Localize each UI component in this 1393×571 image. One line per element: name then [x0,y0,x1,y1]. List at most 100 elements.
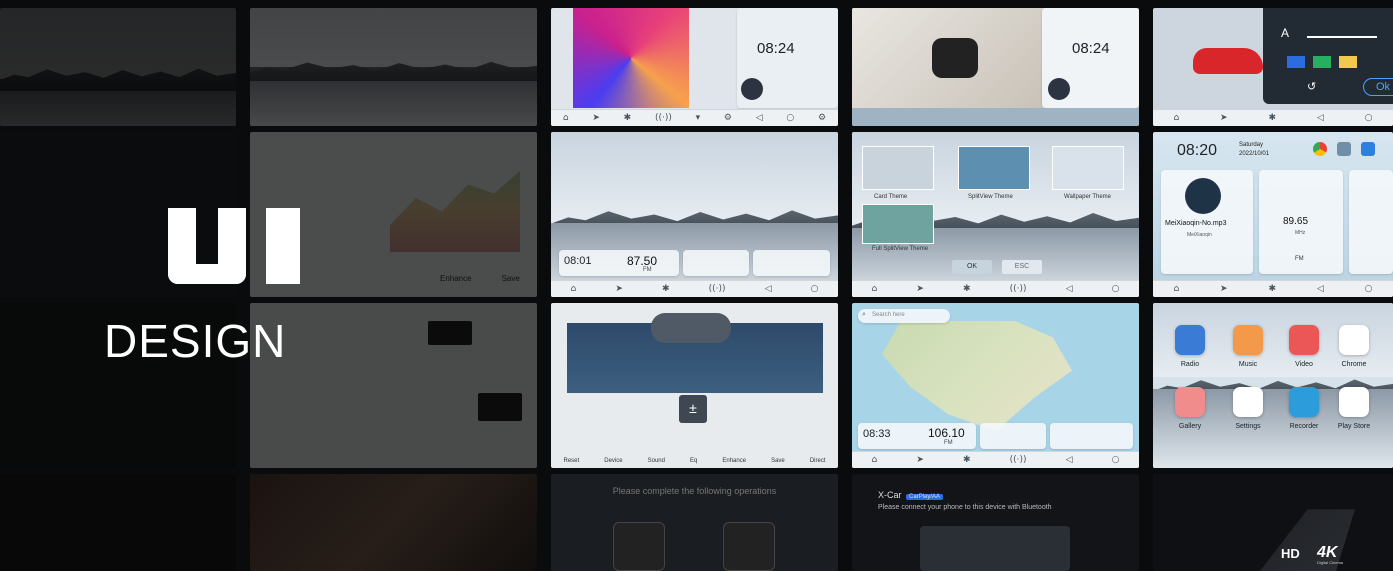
nav-home-icon[interactable]: ⌂ [571,284,577,294]
signal-icon[interactable]: ((·)) [1010,455,1027,465]
circle-home-icon[interactable]: ○ [1112,284,1120,294]
sound-btn-reset[interactable]: Reset [564,458,580,464]
signal-icon[interactable]: ((·)) [655,113,672,123]
wallpaper-theme-label[interactable]: Wallpaper Theme [1064,194,1111,200]
bluetooth-icon[interactable]: ✱ [1268,113,1276,123]
sound-btn-sound[interactable]: Sound [648,458,665,464]
nav-home-icon[interactable]: ⌂ [1173,113,1179,123]
nav-send-icon[interactable]: ➤ [916,455,924,465]
nav-send-icon[interactable]: ➤ [1220,113,1228,123]
nav-send-icon[interactable]: ➤ [916,284,924,294]
text-size-slider[interactable] [1307,36,1377,38]
sound-btn-save[interactable]: Save [771,458,785,464]
circle-home-icon[interactable]: ○ [811,284,819,294]
sound-btn-direct[interactable]: Direct [810,458,826,464]
radio-icon[interactable] [1175,325,1205,355]
camera-icon[interactable] [1337,142,1351,156]
search-icon: ⌕ [862,311,866,318]
nav-bar-5[interactable]: ⌂ ➤ ✱ ◁ ○ [1153,109,1393,126]
tile-home-widgets: 08:20 Saturday 2022/10/01 MeiXiaoqin-No.… [1153,132,1393,297]
tile-wallpaper-dark [250,8,537,126]
back-icon[interactable]: ◁ [1317,113,1324,123]
gallery-icon[interactable] [1361,142,1375,156]
chrome-icon[interactable] [1313,142,1327,156]
plus-minus-control[interactable]: ± [679,395,707,423]
eq-label-enhance[interactable]: Enhance [440,274,472,283]
signal-icon[interactable]: ((·)) [709,284,726,294]
splitview-theme-label[interactable]: SplitView Theme [968,194,1013,200]
signal-icon[interactable]: ((·)) [1010,284,1027,294]
home-date: 2022/10/01 [1239,151,1270,157]
recorder-icon[interactable] [1289,387,1319,417]
circle-home-icon[interactable]: ○ [1365,113,1373,123]
nav-bar-6[interactable]: ⌂ ➤ ✱ ◁ ○ [1153,280,1393,297]
map-radio-frequency: 106.10 [928,426,965,440]
design-title: DESIGN [104,315,287,367]
card-theme-label[interactable]: Card Theme [874,194,907,200]
ui-logo: UI [168,208,300,284]
xcar-tag: CarPlay/AA [906,494,944,500]
playstore-icon[interactable] [1339,387,1369,417]
text-size-icon: A [1281,26,1290,40]
bluetooth-icon[interactable]: ✱ [662,284,670,294]
full-splitview-label[interactable]: Full SplitView Theme [872,246,928,252]
ok-button[interactable]: OK [952,260,992,274]
tile-left-bottom [0,474,236,571]
back-icon[interactable]: ◁ [1317,284,1324,294]
tile-xcar: X-Car CarPlay/AA Please connect your pho… [852,474,1139,571]
tile-map: ⌕ Search here 08:33 106.10 FM ⌂ ➤ ✱ ((·)… [852,303,1139,468]
nav-bar-2[interactable]: ⌂ ➤ ✱ ((·)) ◁ ○ [551,280,838,297]
home-unit: MHz [1295,230,1306,236]
sound-btn-eq[interactable]: Eq [690,458,697,464]
sound-btn-enhance[interactable]: Enhance [722,458,746,464]
back-icon[interactable]: ◁ [756,113,763,123]
tile-music-clock: 08:24 ⌂ ➤ ✱ ((·)) ▾ ⚙ ◁ ○ ⚙ [551,8,838,126]
back-icon[interactable]: ◁ [1066,284,1073,294]
nav-bar-4[interactable]: ⌂ ➤ ✱ ((·)) ◁ ○ [852,451,1139,468]
tile-theme-select: Card Theme SplitView Theme Wallpaper The… [852,132,1139,297]
radio-band: FM [643,267,652,273]
tile-radio-home: 08:01 87.50 FM ⌂ ➤ ✱ ((·)) ◁ ○ [551,132,838,297]
settings-icon[interactable]: ⚙ [724,113,732,123]
gear-icon[interactable]: ⚙ [818,113,826,123]
tile-operations: Please complete the following operations [551,474,838,571]
back-icon[interactable]: ◁ [765,284,772,294]
map-search-placeholder: Search here [872,312,905,318]
nav-bar[interactable]: ⌂ ➤ ✱ ((·)) ▾ ⚙ ◁ ○ ⚙ [551,109,838,126]
nav-home-icon[interactable]: ⌂ [1173,284,1179,294]
nav-send-icon[interactable]: ➤ [592,113,600,123]
nav-home-icon[interactable]: ⌂ [872,455,878,465]
home-clock: 08:20 [1177,142,1218,159]
ok-button-popup[interactable]: Ok [1363,78,1393,96]
sound-btn-device[interactable]: Device [604,458,622,464]
nav-bar-3[interactable]: ⌂ ➤ ✱ ((·)) ◁ ○ [852,280,1139,297]
gallery-icon[interactable] [1175,387,1205,417]
nav-send-icon[interactable]: ➤ [615,284,623,294]
settings-icon[interactable] [1233,387,1263,417]
chrome-icon[interactable] [1339,325,1369,355]
map-search-bar[interactable]: ⌕ Search here [858,309,950,323]
music-icon[interactable] [1233,325,1263,355]
circle-home-icon[interactable]: ○ [786,113,794,123]
video-icon[interactable] [1289,325,1319,355]
circle-home-icon[interactable]: ○ [1365,284,1373,294]
reset-icon[interactable]: ↺ [1307,80,1316,93]
dropdown-icon[interactable]: ▾ [696,113,701,123]
nav-send-icon[interactable]: ➤ [1220,284,1228,294]
nav-home-icon[interactable]: ⌂ [872,284,878,294]
bluetooth-icon[interactable]: ✱ [624,113,632,123]
map-radio-band: FM [944,440,953,446]
bluetooth-icon[interactable]: ✱ [963,284,971,294]
tile-left-top [0,8,236,126]
nav-home-icon[interactable]: ⌂ [563,113,569,123]
eq-label-save[interactable]: Save [502,274,520,283]
circle-home-icon[interactable]: ○ [1112,455,1120,465]
back-icon[interactable]: ◁ [1066,455,1073,465]
hd-logo: HD [1281,546,1300,561]
esc-button[interactable]: ESC [1002,260,1042,274]
bluetooth-icon[interactable]: ✱ [963,455,971,465]
bluetooth-icon[interactable]: ✱ [1268,284,1276,294]
tile-wiring [250,303,537,468]
tile-sound-field: ± Reset Device Sound Eq Enhance Save Dir… [551,303,838,468]
home-frequency: 89.65 [1283,216,1309,227]
